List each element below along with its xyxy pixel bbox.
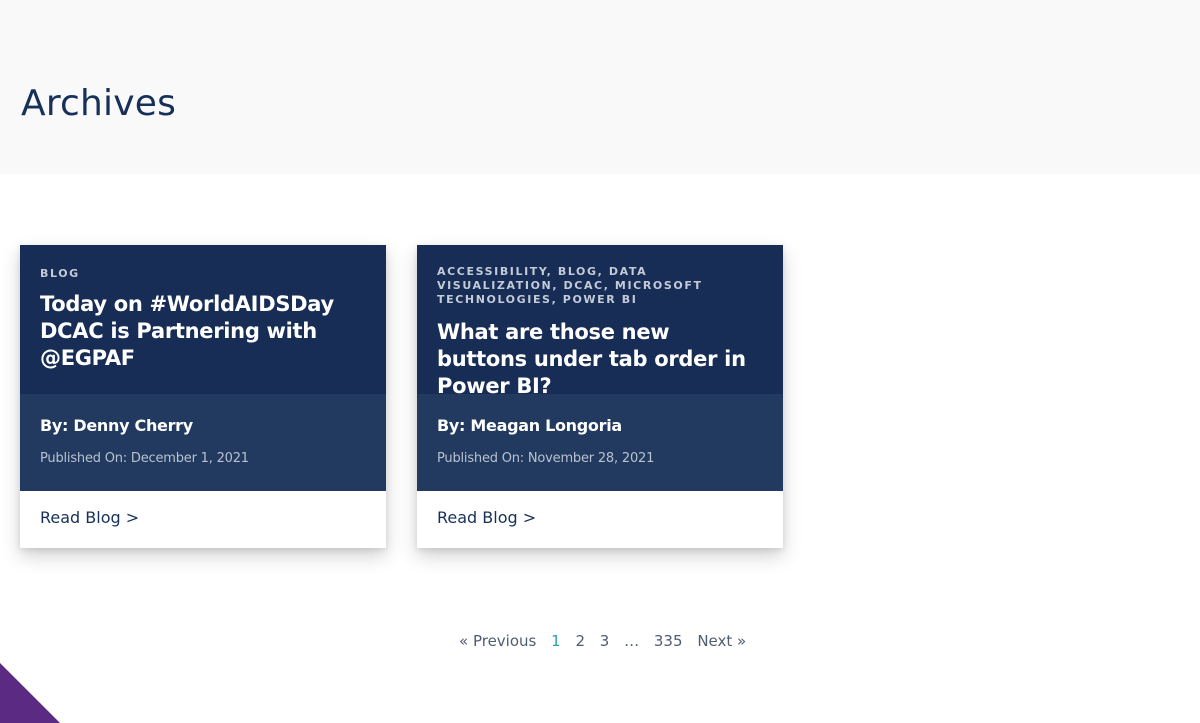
- blog-post-card: BLOG Today on #WorldAIDSDay DCAC is Part…: [20, 245, 386, 548]
- card-header: BLOG Today on #WorldAIDSDay DCAC is Part…: [20, 245, 386, 394]
- post-categories[interactable]: BLOG: [40, 267, 340, 281]
- page-link[interactable]: 3: [600, 632, 610, 650]
- post-date: Published On: November 28, 2021: [437, 451, 655, 466]
- card-meta: By: Denny Cherry Published On: December …: [20, 394, 386, 491]
- previous-page-link[interactable]: « Previous: [459, 632, 536, 650]
- corner-decoration: [0, 663, 60, 723]
- post-date: Published On: December 1, 2021: [40, 451, 249, 466]
- page-title: Archives: [21, 83, 177, 124]
- card-meta: By: Meagan Longoria Published On: Novemb…: [417, 394, 783, 491]
- post-author: By: Denny Cherry: [40, 416, 193, 435]
- post-author: By: Meagan Longoria: [437, 416, 622, 435]
- read-blog-link[interactable]: Read Blog >: [40, 507, 139, 529]
- page-link[interactable]: 2: [575, 632, 585, 650]
- page-link-current: 1: [551, 632, 561, 650]
- card-header: ACCESSIBILITY, BLOG, DATA VISUALIZATION,…: [417, 245, 783, 398]
- archive-header: Archives: [0, 0, 1200, 174]
- pagination-ellipsis: …: [624, 632, 640, 650]
- page-link-last[interactable]: 335: [654, 632, 683, 650]
- read-blog-link[interactable]: Read Blog >: [437, 507, 536, 529]
- post-title[interactable]: What are those new buttons under tab ord…: [437, 319, 763, 400]
- next-page-link[interactable]: Next »: [697, 632, 746, 650]
- blog-post-card: ACCESSIBILITY, BLOG, DATA VISUALIZATION,…: [417, 245, 783, 548]
- post-title[interactable]: Today on #WorldAIDSDay DCAC is Partnerin…: [40, 291, 366, 372]
- pagination: « Previous 1 2 3 … 335 Next »: [459, 630, 756, 652]
- post-categories[interactable]: ACCESSIBILITY, BLOG, DATA VISUALIZATION,…: [437, 265, 737, 307]
